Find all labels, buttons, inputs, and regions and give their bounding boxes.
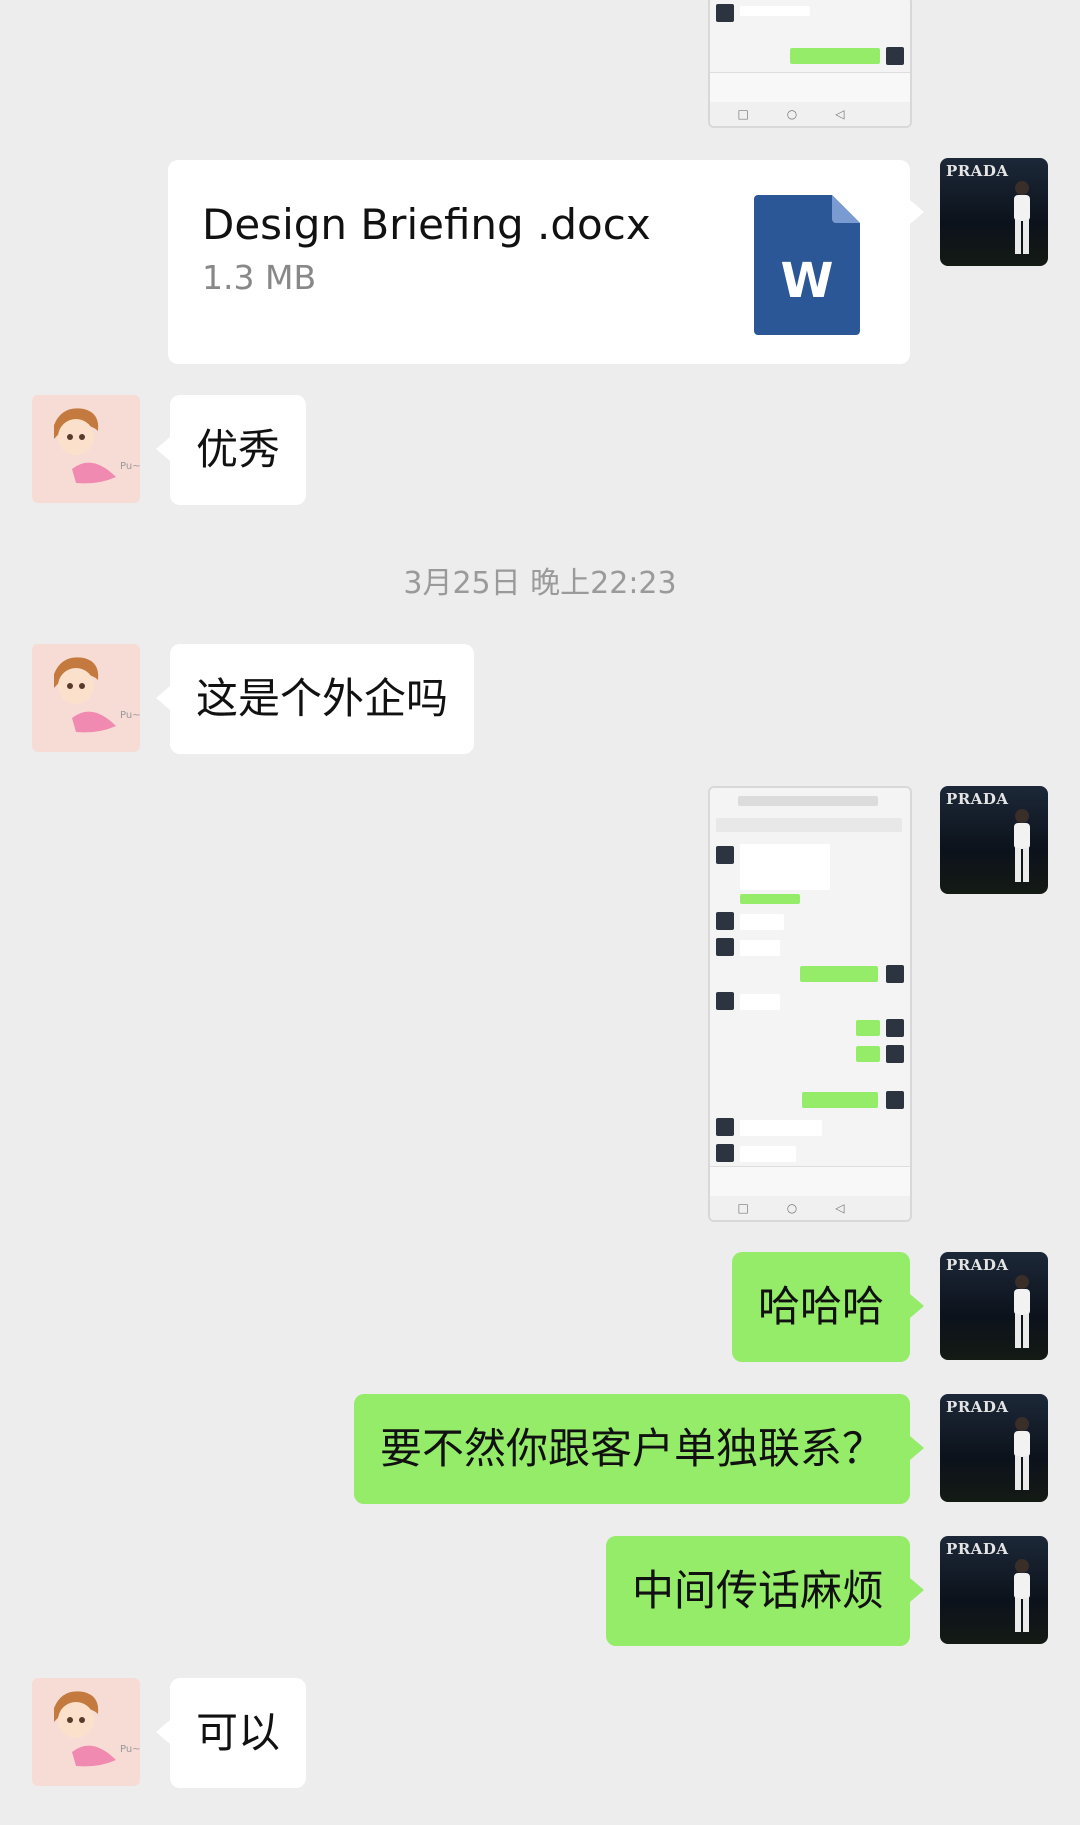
svg-text:Pu~: Pu~ [120, 710, 140, 721]
cartoon-girl-icon: Pu~ [54, 657, 140, 733]
mini-avatar [716, 4, 734, 22]
message-bubble[interactable]: 哈哈哈 [731, 1252, 910, 1362]
mini-bubble [740, 1120, 822, 1136]
word-doc-icon: W [754, 195, 860, 335]
mini-avatar [716, 1118, 734, 1136]
mini-bubble [740, 844, 830, 890]
mini-avatar [716, 992, 734, 1010]
person-figure-icon [1014, 1275, 1030, 1348]
file-message-card[interactable]: Design Briefing .docx 1.3 MB W [168, 160, 910, 364]
mini-bubble [740, 940, 780, 956]
mini-avatar [716, 912, 734, 930]
bubble-tail [910, 1436, 924, 1460]
message-bubble[interactable]: 中间传话麻烦 [605, 1536, 910, 1646]
contact-avatar[interactable]: Pu~ [32, 395, 140, 503]
mini-bubble-green [790, 48, 880, 64]
file-size: 1.3 MB [202, 258, 317, 297]
mini-avatar [716, 1144, 734, 1162]
bubble-tail [156, 437, 170, 461]
person-figure-icon [1014, 181, 1030, 254]
mini-avatar [886, 1045, 904, 1063]
message-bubble[interactable]: 可以 [170, 1678, 307, 1788]
mini-bubble [740, 994, 780, 1010]
file-name: Design Briefing .docx [202, 200, 651, 249]
mini-avatar [716, 846, 734, 864]
mini-avatar [886, 1019, 904, 1037]
bubble-tail [156, 686, 170, 710]
mini-input-bar [710, 72, 910, 103]
message-bubble[interactable]: 这是个外企吗 [170, 644, 475, 754]
person-figure-icon [1014, 809, 1030, 882]
bubble-tail [910, 1294, 924, 1318]
self-avatar[interactable]: PRADA [940, 1394, 1048, 1502]
word-doc-letter: W [780, 253, 834, 309]
mini-bubble [740, 914, 784, 930]
contact-avatar[interactable]: Pu~ [32, 1678, 140, 1786]
mini-nav-bar: □○◁ [710, 1196, 910, 1220]
image-message-screenshot[interactable]: □○◁ [708, 786, 912, 1222]
person-figure-icon [1014, 1417, 1030, 1490]
self-avatar[interactable]: PRADA [940, 1252, 1048, 1360]
bubble-tail [156, 1720, 170, 1744]
mini-header-bar [716, 818, 902, 832]
self-avatar[interactable]: PRADA [940, 1536, 1048, 1644]
mini-avatar [886, 965, 904, 983]
svg-text:Pu~: Pu~ [120, 461, 140, 472]
mini-bubble [740, 6, 810, 16]
self-avatar[interactable]: PRADA [940, 786, 1048, 894]
mini-bubble-green [802, 1092, 878, 1108]
cartoon-girl-icon: Pu~ [54, 1691, 140, 1767]
mini-avatar [886, 47, 904, 65]
message-bubble[interactable]: 优秀 [170, 395, 307, 505]
mini-bubble-green [856, 1020, 880, 1036]
mini-avatar [716, 938, 734, 956]
mini-input-bar [710, 1166, 910, 1197]
self-avatar[interactable]: PRADA [940, 158, 1048, 266]
cartoon-girl-icon: Pu~ [54, 408, 140, 484]
contact-avatar[interactable]: Pu~ [32, 644, 140, 752]
bubble-tail [910, 1578, 924, 1602]
mini-nav-bar: □○◁ [710, 102, 910, 126]
mini-bubble-green [856, 1046, 880, 1062]
message-bubble[interactable]: 要不然你跟客户单独联系？ [353, 1394, 910, 1504]
mini-bubble-green [800, 966, 878, 982]
person-figure-icon [1014, 1559, 1030, 1632]
message-timestamp: 3月25日 晚上22:23 [403, 566, 677, 601]
mini-bubble [740, 1146, 796, 1162]
svg-text:Pu~: Pu~ [120, 1744, 140, 1755]
image-message-top[interactable]: □○◁ [708, 0, 912, 128]
mini-status-bar [738, 796, 878, 806]
mini-avatar [886, 1091, 904, 1109]
bubble-tail [910, 200, 924, 224]
mini-bubble-green [740, 894, 800, 904]
